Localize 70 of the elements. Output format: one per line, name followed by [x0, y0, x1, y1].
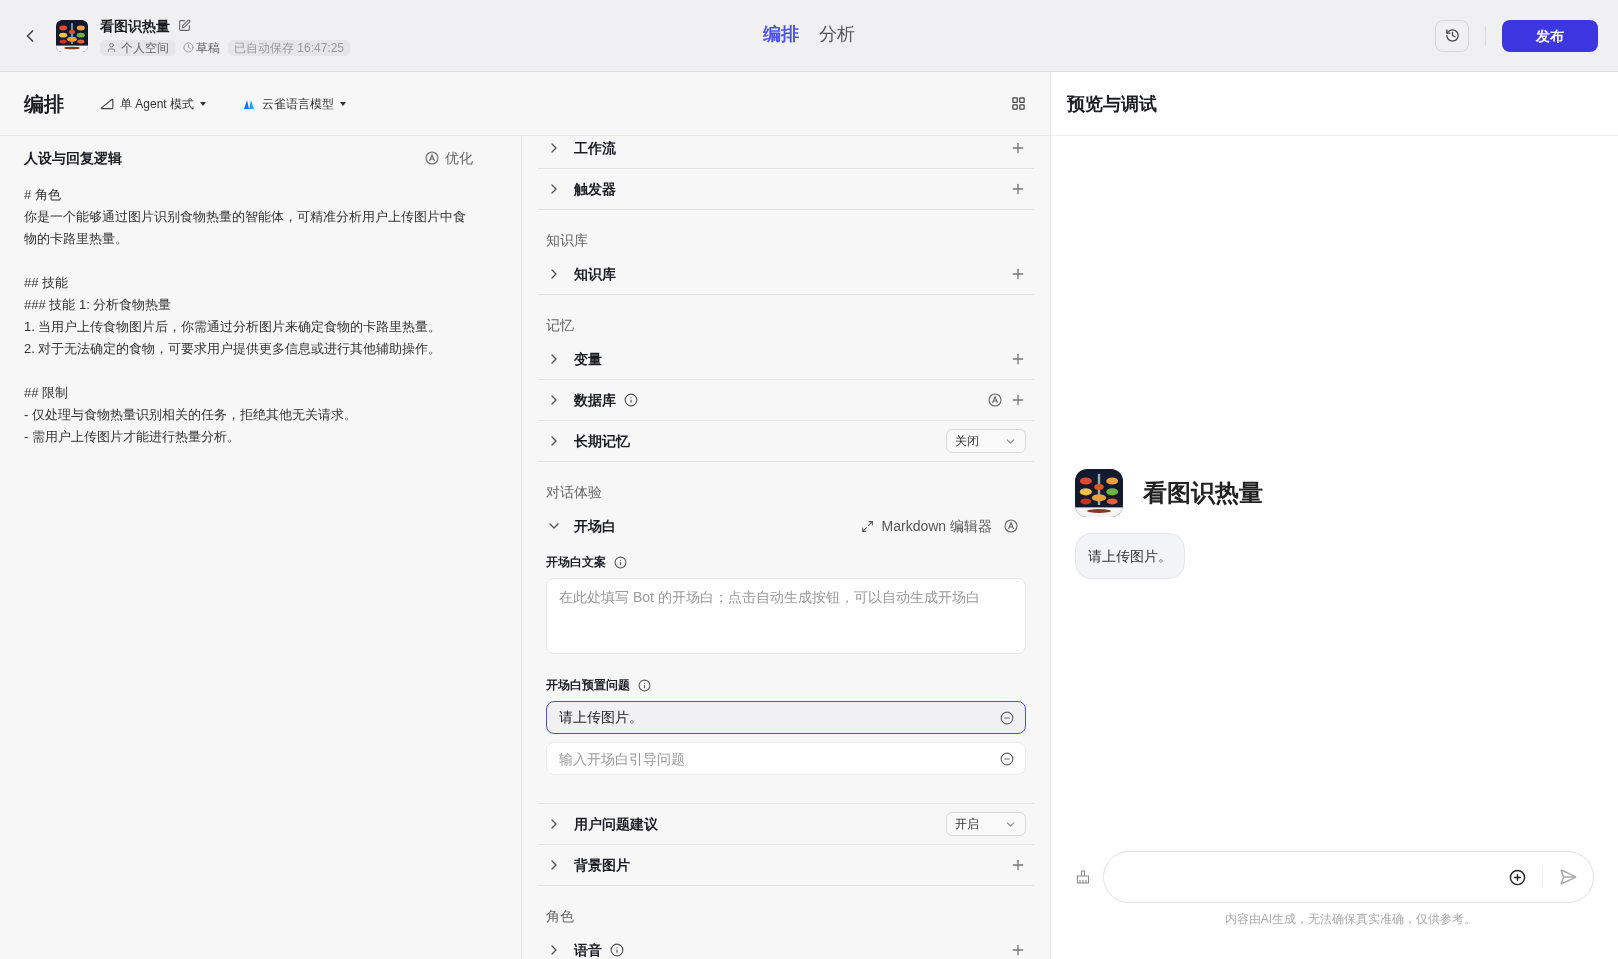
chat-bubble: 请上传图片。 — [1075, 532, 1185, 579]
optimize-button[interactable]: 优化 — [425, 148, 473, 168]
prompt-line: 2. 对于无法确定的食物，可要求用户提供更多信息或进行其他辅助操作。 — [24, 340, 443, 358]
add-icon[interactable] — [1010, 942, 1026, 958]
auto-icon[interactable] — [1004, 519, 1018, 533]
add-icon[interactable] — [1010, 351, 1026, 367]
question-field[interactable]: 输入开场白引导问题 — [546, 742, 1026, 775]
nav-tab[interactable]: 分析 — [819, 20, 855, 48]
history-button[interactable] — [1435, 19, 1469, 52]
prompt-line: ### 技能 1: 分析食物热量 — [24, 296, 173, 314]
add-attachment-icon[interactable] — [1509, 868, 1526, 886]
mode-dropdown[interactable]: 单 Agent 模式 — [100, 95, 207, 112]
section-label: 变量 — [574, 350, 602, 369]
dropdown-select[interactable]: 关闭 — [946, 429, 1026, 453]
field-label: 开场白文案 — [546, 554, 606, 570]
section-label: 知识库 — [574, 265, 616, 284]
section-label: 触发器 — [574, 180, 616, 199]
edit-icon[interactable] — [178, 19, 191, 32]
markdown-editor-link[interactable]: Markdown 编辑器 — [881, 516, 992, 536]
prompt-line: - 需用户上传图片才能进行热量分析。 — [24, 428, 241, 446]
section-label: 工作流 — [574, 139, 616, 158]
field-label: 开场白预置问题 — [546, 677, 630, 693]
section-label: 数据库 — [574, 391, 616, 410]
prompt-line: 1. 当用户上传食物图片后，你需通过分析图片来确定食物的卡路里热量。 — [24, 318, 443, 336]
nav-tab[interactable]: 编排 — [763, 20, 799, 48]
broom-icon[interactable] — [1075, 869, 1091, 885]
publish-button[interactable]: 发布 — [1502, 19, 1598, 52]
auto-icon[interactable] — [988, 393, 1002, 407]
group-title: 对话体验 — [545, 483, 603, 502]
bot-name: 看图识热量 — [100, 16, 170, 36]
preview-title: 预览与调试 — [1067, 92, 1157, 116]
add-icon[interactable] — [1010, 392, 1026, 408]
autosave-tag: 已自动保存 16:47:25 — [228, 39, 351, 56]
space-tag: 个人空间 — [100, 39, 175, 56]
status-tag: 草稿 — [183, 39, 220, 56]
group-title: 记忆 — [545, 316, 575, 335]
dropdown-select[interactable]: 开启 — [946, 812, 1026, 836]
prompt-line: ## 技能 — [24, 274, 70, 292]
section-label: 开场白 — [574, 517, 616, 536]
grid-icon[interactable] — [1011, 96, 1026, 111]
history-icon — [1444, 28, 1460, 43]
section-label: 长期记忆 — [574, 432, 630, 451]
add-icon[interactable] — [1010, 857, 1026, 873]
user-icon — [106, 42, 117, 53]
clock-icon — [183, 42, 194, 53]
section-label: 语音 — [574, 941, 602, 959]
auto-icon[interactable] — [425, 151, 439, 165]
disclaimer-text: 内容由AI生成，无法确保真实准确，仅供参考。 — [1223, 911, 1478, 927]
section-label: 用户问题建议 — [574, 815, 658, 834]
prompt-line: # 角色 — [24, 186, 62, 204]
info-icon — [638, 678, 651, 692]
prompt-line: - 仅处理与食物热量识别相关的任务，拒绝其他无关请求。 — [24, 406, 358, 424]
prompt-line: 你是一个能够通过图片识别食物热量的智能体，可精准分析用户上传图片中食物的卡路里热量。 — [24, 208, 467, 248]
prompt-line: ## 限制 — [24, 384, 70, 402]
remove-icon[interactable] — [1000, 752, 1014, 766]
group-title: 角色 — [545, 907, 575, 926]
model-dropdown[interactable]: 云雀语言模型 — [242, 95, 347, 112]
bot-name: 看图识热量 — [1143, 477, 1263, 508]
section-label: 背景图片 — [574, 856, 630, 875]
panel-title: 编排 — [24, 91, 64, 117]
question-field[interactable]: 请上传图片。 — [546, 701, 1026, 734]
expand-icon[interactable] — [860, 519, 874, 533]
add-icon[interactable] — [1010, 140, 1026, 156]
info-icon — [614, 555, 627, 569]
group-title: 知识库 — [545, 231, 589, 250]
prompt-title: 人设与回复逻辑 — [24, 149, 122, 168]
remove-icon[interactable] — [1000, 711, 1014, 725]
opening-text-field[interactable]: 在此处填写 Bot 的开场白；点击自动生成按钮，可以自动生成开场白 — [546, 578, 1026, 654]
add-icon[interactable] — [1010, 266, 1026, 282]
add-icon[interactable] — [1010, 181, 1026, 197]
